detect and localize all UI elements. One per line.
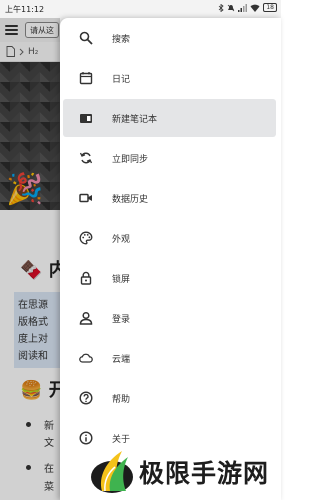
menu-item-label: 外观: [112, 234, 131, 245]
signal-icon: [238, 3, 248, 12]
status-icons: 18: [218, 3, 277, 12]
help-icon: [79, 391, 93, 405]
watermark: 极限手游网: [88, 446, 278, 498]
menu-item-daily-note[interactable]: 日记: [63, 59, 276, 97]
watermark-logo-icon: [91, 451, 133, 493]
menu-item-label: 日记: [112, 74, 131, 85]
menu-item-label: 搜索: [112, 34, 131, 45]
mute-icon: [228, 4, 235, 11]
menu-item-search[interactable]: 搜索: [63, 19, 276, 57]
status-time: 上午11:12: [5, 4, 45, 14]
bluetooth-icon: [219, 3, 224, 12]
navigation-drawer: 搜索 日记 新建笔记本 立即同步 数据历史 外观 锁屏 登录 云端 帮助 关于: [60, 18, 281, 500]
drawer-scrim[interactable]: [0, 18, 60, 500]
menu-item-label: 云端: [112, 354, 131, 365]
menu-item-label: 关于: [112, 434, 131, 445]
battery-icon: 18: [263, 3, 277, 12]
watermark-text: 极限手游网: [139, 459, 270, 488]
menu-item-appearance[interactable]: 外观: [63, 219, 276, 257]
menu-item-lock-screen[interactable]: 锁屏: [63, 259, 276, 297]
info-icon: [79, 431, 93, 445]
menu-item-login[interactable]: 登录: [63, 299, 276, 337]
menu-item-new-notebook[interactable]: 新建笔记本: [63, 99, 276, 137]
wifi-icon: [250, 4, 260, 12]
menu-item-help[interactable]: 帮助: [63, 379, 276, 417]
menu-item-label: 立即同步: [112, 154, 149, 165]
status-bar: 上午11:12 18: [0, 0, 281, 18]
cloud-icon: [79, 351, 93, 365]
lock-icon: [79, 271, 93, 285]
menu-item-label: 新建笔记本: [112, 114, 158, 125]
notebook-icon: [79, 111, 93, 125]
calendar-icon: [79, 71, 93, 85]
menu-item-cloud[interactable]: 云端: [63, 339, 276, 377]
person-icon: [79, 311, 93, 325]
search-icon: [79, 31, 93, 45]
video-icon: [79, 191, 93, 205]
menu-item-label: 帮助: [112, 394, 131, 405]
menu-item-label: 数据历史: [112, 194, 149, 205]
menu-item-data-history[interactable]: 数据历史: [63, 179, 276, 217]
menu-item-label: 锁屏: [112, 274, 131, 285]
menu-item-label: 登录: [112, 314, 131, 325]
sync-icon: [79, 151, 93, 165]
palette-icon: [79, 231, 93, 245]
menu-item-sync[interactable]: 立即同步: [63, 139, 276, 177]
